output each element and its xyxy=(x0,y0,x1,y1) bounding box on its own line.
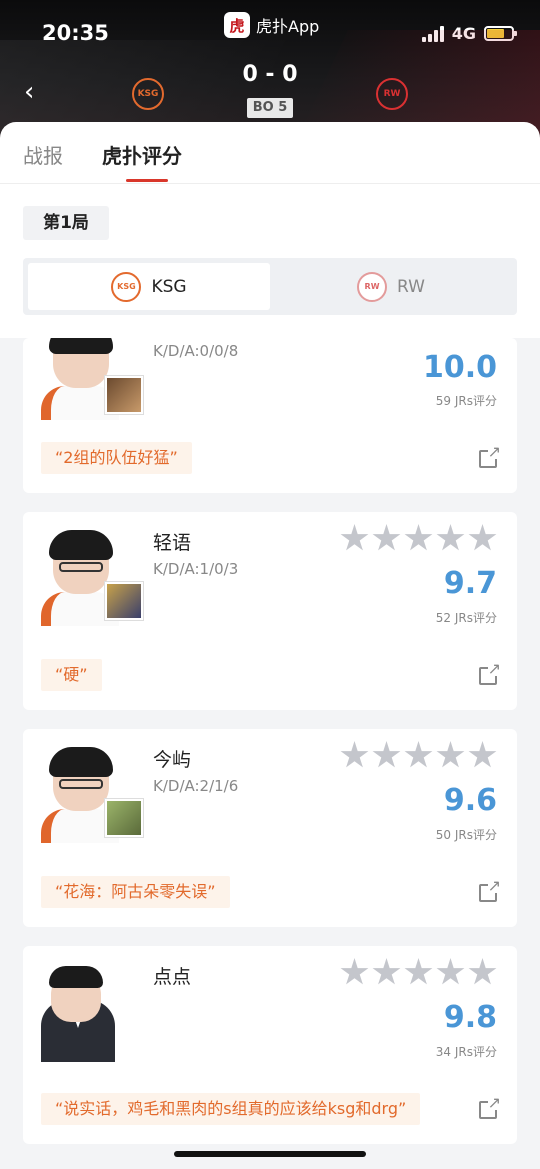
player-rating: 9.7 xyxy=(443,566,497,601)
player-rating: 9.8 xyxy=(443,1000,497,1035)
player-avatar xyxy=(41,338,143,420)
hero-icon xyxy=(105,376,143,414)
tab-rating[interactable]: 虎扑评分 xyxy=(102,140,182,169)
rating-count: 52 JRs评分 xyxy=(435,611,497,625)
player-card[interactable]: 今屿 K/D/A:2/1/6 9.6 50 JRs评分 “花海：阿古朵零失误” xyxy=(23,729,517,927)
share-icon[interactable] xyxy=(479,1093,501,1119)
network-type: 4G xyxy=(451,24,476,43)
hero-icon xyxy=(105,799,143,837)
battery-icon xyxy=(484,26,517,41)
share-icon[interactable] xyxy=(479,876,501,902)
player-rating: 9.6 xyxy=(443,783,497,818)
star-icon[interactable] xyxy=(468,741,497,768)
home-indicator[interactable] xyxy=(174,1151,366,1157)
share-icon[interactable] xyxy=(479,442,501,468)
star-icon[interactable] xyxy=(468,958,497,985)
signal-icon xyxy=(421,25,444,42)
star-icon[interactable] xyxy=(468,524,497,551)
player-kda: K/D/A:1/0/3 xyxy=(153,560,239,578)
status-time: 20:35 xyxy=(42,21,109,45)
rw-team-logo-icon[interactable]: RW xyxy=(376,78,408,110)
player-name: 今屿 xyxy=(153,749,192,771)
star-icon[interactable] xyxy=(404,524,433,551)
team-name: RW xyxy=(397,276,425,297)
team-name: KSG xyxy=(151,276,187,297)
star-icon[interactable] xyxy=(404,958,433,985)
match-format-badge: BO 5 xyxy=(247,98,293,118)
hero-icon xyxy=(105,582,143,620)
hupu-logo-icon: 虎 xyxy=(224,12,250,38)
rating-count: 50 JRs评分 xyxy=(435,828,497,842)
app-name: 虎扑App xyxy=(256,17,320,36)
content-sheet: 战报 虎扑评分 第1局 KSG KSG RW RW xyxy=(0,122,540,338)
star-icon[interactable] xyxy=(340,741,369,768)
rate-stars[interactable] xyxy=(340,958,497,987)
star-icon[interactable] xyxy=(340,524,369,551)
app-indicator: 虎 虎扑App xyxy=(224,12,319,38)
team-option-ksg[interactable]: KSG KSG xyxy=(28,263,270,310)
match-score: 0 - 0 xyxy=(242,62,298,87)
top-comment[interactable]: “硬” xyxy=(41,659,102,691)
rate-stars[interactable] xyxy=(340,524,497,553)
coach-avatar xyxy=(41,966,123,1062)
player-avatar xyxy=(41,530,143,626)
top-comment[interactable]: “说实话，鸡毛和黑肉的s组真的应该给ksg和drg” xyxy=(41,1093,421,1125)
tab-report[interactable]: 战报 xyxy=(23,140,63,169)
player-kda: K/D/A:2/1/6 xyxy=(153,777,239,795)
rating-count: 59 JRs评分 xyxy=(435,394,497,408)
star-icon[interactable] xyxy=(372,524,401,551)
player-card[interactable]: 轻语 K/D/A:1/0/3 9.7 52 JRs评分 “硬” xyxy=(23,512,517,710)
player-card[interactable]: K/D/A:0/0/8 10.0 59 JRs评分 “2组的队伍好猛” xyxy=(23,338,517,493)
player-avatar xyxy=(41,747,143,843)
player-kda: K/D/A:0/0/8 xyxy=(153,342,239,360)
tab-bar: 战报 虎扑评分 xyxy=(0,122,540,184)
status-icons: 4G xyxy=(421,24,517,43)
star-icon[interactable] xyxy=(372,741,401,768)
player-name: 点点 xyxy=(153,966,192,988)
game-selector[interactable]: 第1局 xyxy=(23,206,109,240)
star-icon[interactable] xyxy=(340,958,369,985)
active-tab-indicator xyxy=(126,179,168,182)
top-comment[interactable]: “花海：阿古朵零失误” xyxy=(41,876,230,908)
star-icon[interactable] xyxy=(436,524,465,551)
star-icon[interactable] xyxy=(404,741,433,768)
ksg-logo-icon: KSG xyxy=(111,271,142,302)
star-icon[interactable] xyxy=(436,958,465,985)
star-icon[interactable] xyxy=(372,958,401,985)
player-rating: 10.0 xyxy=(422,350,497,385)
team-option-rw[interactable]: RW RW xyxy=(270,263,512,310)
star-icon[interactable] xyxy=(436,741,465,768)
top-comment[interactable]: “2组的队伍好猛” xyxy=(41,442,192,474)
rating-count: 34 JRs评分 xyxy=(435,1045,497,1059)
share-icon[interactable] xyxy=(479,659,501,685)
player-name: 轻语 xyxy=(153,532,192,554)
rate-stars[interactable] xyxy=(340,741,497,770)
rw-logo-icon: RW xyxy=(357,271,388,302)
team-switcher: KSG KSG RW RW xyxy=(23,258,517,315)
player-card[interactable]: 点点 9.8 34 JRs评分 “说实话，鸡毛和黑肉的s组真的应该给ksg和dr… xyxy=(23,946,517,1144)
